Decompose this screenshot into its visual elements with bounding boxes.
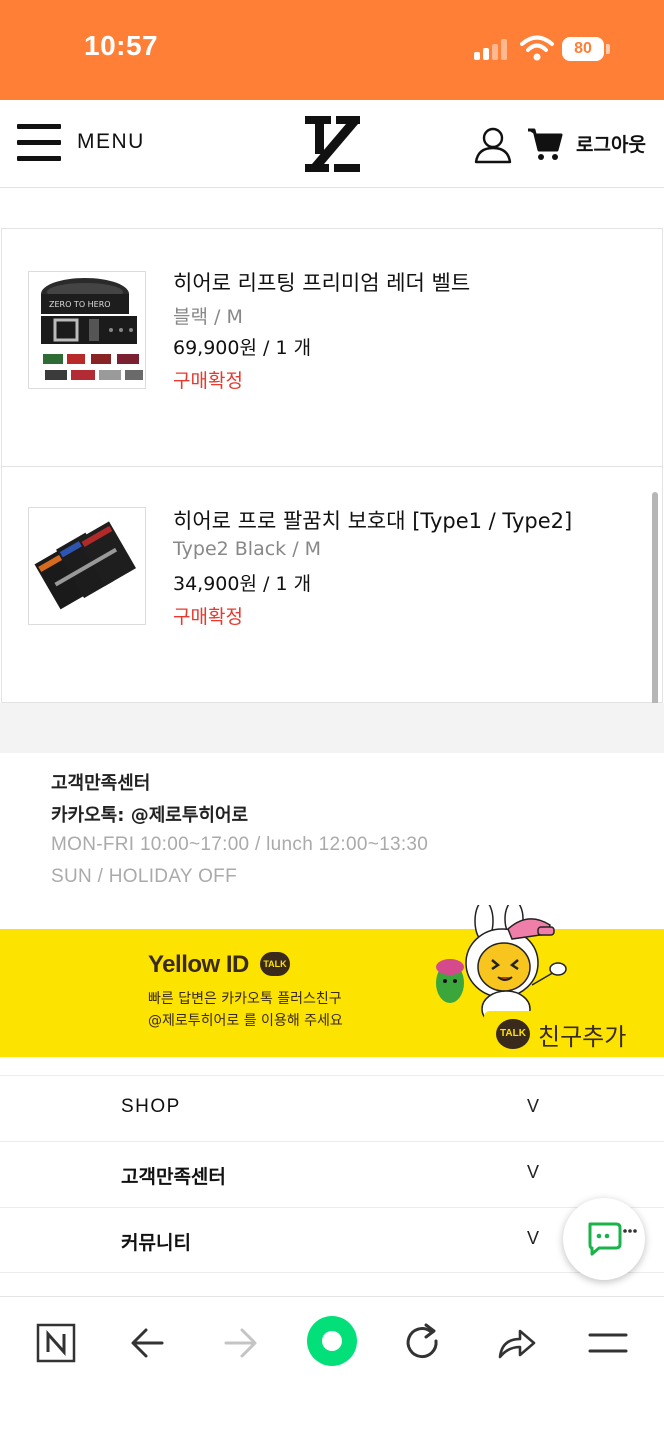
- naver-icon[interactable]: [30, 1319, 82, 1367]
- logo-icon[interactable]: [302, 114, 362, 174]
- kakao-talk-icon: TALK: [496, 1019, 530, 1049]
- footer-menu-label[interactable]: 커뮤니티: [121, 1228, 191, 1255]
- banner-text-line2: @제로투히어로 를 이용해 주세요: [148, 1013, 343, 1029]
- order-item[interactable]: 히어로 프로 팔꿈치 보호대 [Type1 / Type2] Type2 Bla…: [1, 466, 663, 703]
- belt-print-text: ZERO TO HERO: [49, 300, 111, 309]
- forward-icon[interactable]: [214, 1319, 266, 1367]
- menu-label[interactable]: MENU: [77, 130, 145, 154]
- battery-icon: 80: [562, 37, 604, 61]
- product-name[interactable]: 히어로 프로 팔꿈치 보호대 [Type1 / Type2]: [173, 505, 572, 535]
- talk-badge-icon: TALK: [260, 952, 290, 976]
- cs-hours: MON-FRI 10:00~17:00 / lunch 12:00~13:30: [51, 834, 429, 855]
- product-price: 69,900원 / 1 개: [173, 337, 312, 359]
- footer-menu-shop[interactable]: SHOP V: [0, 1075, 664, 1141]
- product-image-belt[interactable]: ZERO TO HERO: [28, 271, 146, 389]
- customer-center-info: 고객만족센터 카카오톡: @제로투히어로 MON-FRI 10:00~17:00…: [0, 753, 664, 929]
- user-icon[interactable]: [474, 126, 512, 164]
- product-option: Type2 Black / M: [173, 538, 322, 560]
- order-item[interactable]: ZERO TO HERO 히어로 리프팅 프리미엄 레더 벨트 블랙 / M 6…: [1, 228, 663, 466]
- cs-kakao-id: 카카오톡: @제로투히어로: [51, 805, 249, 826]
- content-top-gap: [0, 189, 664, 229]
- chat-bubble-icon: [588, 1222, 637, 1256]
- chat-fab-button[interactable]: [563, 1198, 645, 1280]
- reload-icon[interactable]: [398, 1319, 450, 1367]
- section-divider: [0, 703, 664, 753]
- product-option: 블랙 / M: [173, 306, 243, 328]
- logout-link[interactable]: 로그아웃: [576, 130, 646, 157]
- order-status: 구매확정: [173, 370, 243, 392]
- product-image-elbow-sleeve[interactable]: [28, 507, 146, 625]
- yellow-id-brand: Yellow ID: [148, 951, 249, 978]
- cs-title: 고객만족센터: [51, 773, 151, 794]
- footer-menu-label[interactable]: 고객만족센터: [121, 1162, 226, 1189]
- site-header: MENU 로그아웃: [0, 100, 664, 188]
- battery-tip: [606, 44, 610, 54]
- cellular-signal-icon: [474, 38, 512, 60]
- hamburger-icon[interactable]: [582, 1319, 634, 1367]
- banner-text-line1: 빠른 답변은 카카오톡 플러스친구: [148, 991, 342, 1007]
- status-time: 10:57: [84, 30, 159, 61]
- share-icon[interactable]: [490, 1319, 542, 1367]
- back-icon[interactable]: [122, 1319, 174, 1367]
- add-friend-label[interactable]: 친구추가: [538, 1017, 626, 1052]
- kakao-yellow-id-banner[interactable]: Yellow ID TALK 빠른 답변은 카카오톡 플러스친구 @제로투히어로…: [0, 905, 664, 1057]
- product-price: 34,900원 / 1 개: [173, 573, 312, 595]
- cs-holiday: SUN / HOLIDAY OFF: [51, 866, 237, 887]
- browser-toolbar: [0, 1296, 664, 1440]
- product-name[interactable]: 히어로 리프팅 프리미엄 레더 벨트: [173, 267, 470, 297]
- chevron-down-icon[interactable]: V: [527, 1228, 539, 1249]
- order-status: 구매확정: [173, 606, 243, 628]
- battery-level: 80: [574, 40, 592, 57]
- status-bar: 10:57 80: [0, 0, 664, 100]
- chevron-down-icon[interactable]: V: [527, 1096, 539, 1117]
- wifi-icon: [520, 35, 554, 61]
- footer-menu-label[interactable]: SHOP: [121, 1096, 181, 1118]
- menu-icon[interactable]: [17, 124, 61, 162]
- home-green-dot-icon[interactable]: [304, 1313, 360, 1369]
- cart-icon[interactable]: [526, 126, 564, 162]
- chevron-down-icon[interactable]: V: [527, 1162, 539, 1183]
